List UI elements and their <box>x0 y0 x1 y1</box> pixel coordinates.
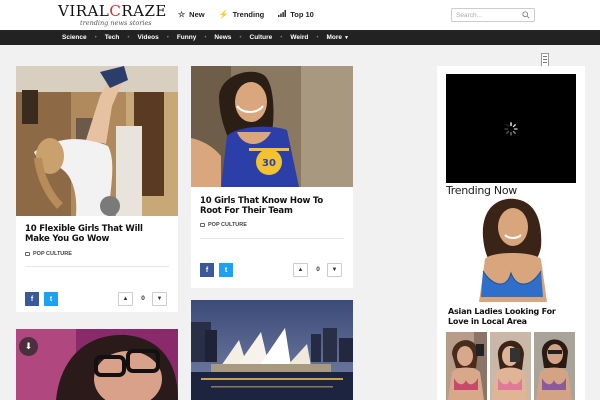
article-card: ⬇ <box>16 329 178 400</box>
facebook-share-button[interactable]: f <box>200 263 214 277</box>
article-title[interactable]: 10 Girls That Know How To Root For Their… <box>200 196 342 216</box>
video-player[interactable] <box>446 74 576 183</box>
card-divider <box>200 238 344 239</box>
sidebar: Trending Now Asian Ladies Looking For Lo… <box>437 66 585 400</box>
upvote-button[interactable]: ▲ <box>293 263 308 277</box>
twitter-share-button[interactable]: t <box>219 263 233 277</box>
card-divider <box>25 266 169 267</box>
trending-thumbnail[interactable] <box>534 332 575 400</box>
scroll-handle[interactable] <box>541 53 549 67</box>
nav-trending-label: Trending <box>232 10 265 19</box>
site-logo[interactable]: VIRALCRAZE trending news stories <box>58 2 167 27</box>
vote-count: 0 <box>141 295 145 302</box>
cat-science[interactable]: Science <box>62 34 87 41</box>
folder-icon <box>200 223 205 227</box>
article-card: 10 Flexible Girls That Will Make You Go … <box>16 66 178 312</box>
article-card <box>191 300 353 400</box>
nav-new-label: New <box>189 10 205 19</box>
search-input[interactable] <box>456 10 520 21</box>
cat-funny[interactable]: Funny <box>177 34 197 41</box>
trending-heading: Trending Now <box>446 184 517 197</box>
article-image[interactable] <box>191 300 353 400</box>
vote-count: 0 <box>316 266 320 273</box>
cat-videos[interactable]: Videos <box>138 34 159 41</box>
logo-wordmark: VIRALCRAZE <box>58 2 167 20</box>
downvote-button[interactable]: ▼ <box>152 292 167 306</box>
nav-trending[interactable]: ⚡ Trending <box>219 10 265 19</box>
bar-chart-icon <box>278 10 287 19</box>
article-category[interactable]: POP CULTURE <box>25 251 72 257</box>
cat-news[interactable]: News <box>214 34 231 41</box>
upvote-button[interactable]: ▲ <box>118 292 133 306</box>
nav-new[interactable]: ☆ New <box>178 10 205 19</box>
article-title[interactable]: 10 Flexible Girls That Will Make You Go … <box>25 224 165 244</box>
svg-text:30: 30 <box>262 158 276 169</box>
trending-title[interactable]: Asian Ladies Looking For Love in Local A… <box>448 307 576 327</box>
nav-top-10[interactable]: Top 10 <box>278 10 314 19</box>
facebook-share-button[interactable]: f <box>25 292 39 306</box>
article-image[interactable] <box>16 329 178 400</box>
folder-icon <box>25 252 30 256</box>
article-card: 30 10 Girls That Know How To Root For Th… <box>191 66 353 288</box>
article-image[interactable] <box>16 66 178 216</box>
twitter-share-button[interactable]: t <box>44 292 58 306</box>
downvote-button[interactable]: ▼ <box>327 263 342 277</box>
top-nav: ☆ New ⚡ Trending Top 10 <box>178 10 314 19</box>
category-nav: Science • Tech • Videos • Funny • News • Cult… <box>0 30 600 45</box>
download-icon[interactable]: ⬇ <box>19 337 38 356</box>
cat-culture[interactable]: Culture <box>250 34 273 41</box>
cat-tech[interactable]: Tech <box>105 34 120 41</box>
article-image[interactable]: 30 <box>191 66 353 187</box>
trending-thumbnail[interactable] <box>446 332 487 400</box>
search-box <box>451 8 535 22</box>
cat-more[interactable]: More ▼ <box>326 34 348 41</box>
article-category[interactable]: POP CULTURE <box>200 222 247 228</box>
bolt-icon: ⚡ <box>218 10 229 19</box>
star-icon: ☆ <box>178 10 186 19</box>
site-header: VIRALCRAZE trending news stories ☆ New ⚡… <box>0 0 600 30</box>
loading-spinner-icon <box>504 122 518 136</box>
trending-image[interactable] <box>469 197 555 302</box>
nav-top-10-label: Top 10 <box>290 10 314 19</box>
trending-thumbnail[interactable] <box>490 332 531 400</box>
logo-tagline: trending news stories <box>80 19 152 27</box>
cat-weird[interactable]: Weird <box>290 34 308 41</box>
search-icon[interactable] <box>522 11 530 19</box>
caret-down-icon: ▼ <box>343 35 349 41</box>
